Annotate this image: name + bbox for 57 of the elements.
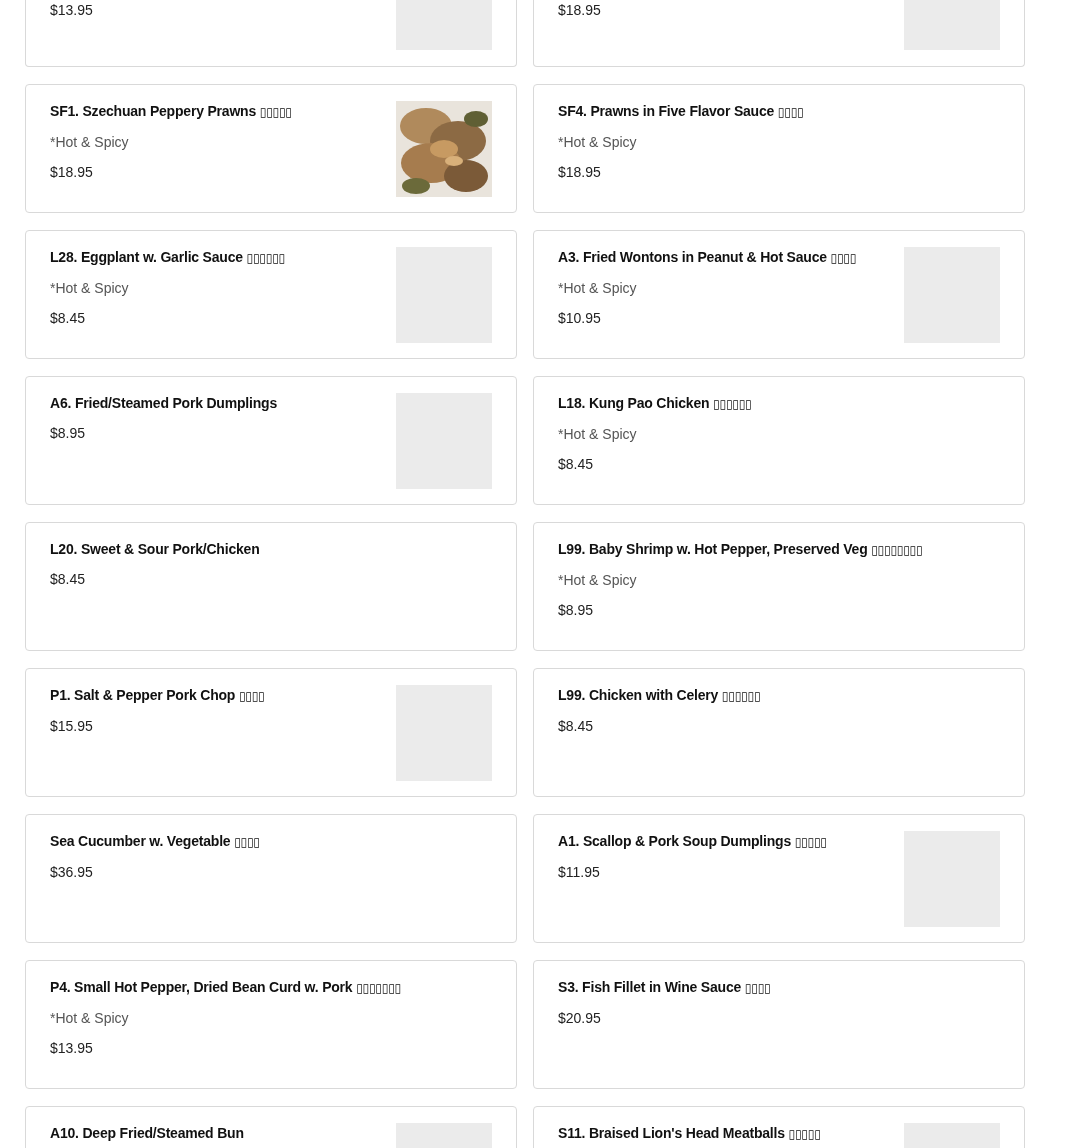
menu-item-card[interactable]: Sea Cucumber w. Vegetable ▯▯▯▯ $36.95 bbox=[25, 814, 517, 943]
menu-item-card[interactable]: P4. Small Hot Pepper, Dried Bean Curd w. Pork ▯▯▯▯▯▯▯ *Hot & Spicy $13.95 bbox=[25, 960, 517, 1089]
dish-name: L20. Sweet & Sour Pork/Chicken bbox=[50, 540, 260, 559]
dish-name: P4. Small Hot Pepper, Dried Bean Curd w. Pork ▯▯▯▯▯▯▯ bbox=[50, 978, 401, 997]
dish-price: $8.95 bbox=[50, 424, 87, 443]
menu-item-card[interactable]: S11. Braised Lion's Head Meatballs ▯▯▯▯▯ bbox=[533, 1106, 1025, 1148]
spicy-note: *Hot & Spicy bbox=[50, 1009, 130, 1028]
dish-name: P1. Salt & Pepper Pork Chop ▯▯▯▯ bbox=[50, 686, 265, 705]
menu-item-card[interactable]: P1. Salt & Pepper Pork Chop ▯▯▯▯ $15.95 bbox=[25, 668, 517, 797]
dish-price: $15.95 bbox=[50, 717, 94, 736]
dish-price: $18.95 bbox=[558, 1, 601, 20]
dish-price: $18.95 bbox=[558, 163, 602, 182]
dish-name: A6. Fried/Steamed Pork Dumplings bbox=[50, 394, 277, 413]
menu-item-card[interactable]: A6. Fried/Steamed Pork Dumplings $8.95 bbox=[25, 376, 517, 505]
menu-item-card[interactable]: L18. Kung Pao Chicken ▯▯▯▯▯▯ *Hot & Spicy $8.45 bbox=[533, 376, 1025, 505]
menu-item-card[interactable]: A10. Deep Fried/Steamed Bun bbox=[25, 1106, 517, 1148]
dish-price: $8.45 bbox=[558, 455, 595, 474]
menu-item-card[interactable]: A3. Fried Wontons in Peanut & Hot Sauce ▯▯▯▯ *Hot & Spicy $10.95 bbox=[533, 230, 1025, 359]
menu-item-card[interactable]: SF4. Prawns in Five Flavor Sauce ▯▯▯▯ *Hot & Spicy $18.95 bbox=[533, 84, 1025, 213]
dish-price: $36.95 bbox=[50, 863, 94, 882]
dish-name: A1. Scallop & Pork Soup Dumplings ▯▯▯▯▯ bbox=[558, 832, 827, 851]
dish-name: SF1. Szechuan Peppery Prawns ▯▯▯▯▯ bbox=[50, 102, 292, 121]
dish-name: S3. Fish Fillet in Wine Sauce ▯▯▯▯ bbox=[558, 978, 771, 997]
menu-item-card[interactable]: A1. Scallop & Pork Soup Dumplings ▯▯▯▯▯ $11.95 bbox=[533, 814, 1025, 943]
menu-item-card[interactable]: $18.95 bbox=[533, 0, 1025, 67]
dish-price: $13.95 bbox=[50, 1039, 94, 1058]
spicy-note: *Hot & Spicy bbox=[50, 279, 130, 298]
menu-item-card[interactable]: L99. Chicken with Celery ▯▯▯▯▯▯ $8.45 bbox=[533, 668, 1025, 797]
dish-name: A10. Deep Fried/Steamed Bun bbox=[50, 1124, 244, 1143]
menu-item-card[interactable]: L20. Sweet & Sour Pork/Chicken $8.45 bbox=[25, 522, 517, 651]
dish-name: L99. Baby Shrimp w. Hot Pepper, Preserved Veg ▯▯▯▯▯▯▯▯ bbox=[558, 540, 923, 559]
dish-name: S11. Braised Lion's Head Meatballs ▯▯▯▯▯ bbox=[558, 1124, 821, 1143]
menu-item-card[interactable]: S3. Fish Fillet in Wine Sauce ▯▯▯▯ $20.95 bbox=[533, 960, 1025, 1089]
menu-item-card[interactable]: L28. Eggplant w. Garlic Sauce ▯▯▯▯▯▯ *Hot & Spicy $8.45 bbox=[25, 230, 517, 359]
spicy-note: *Hot & Spicy bbox=[558, 571, 638, 590]
menu-item-card[interactable]: $13.95 bbox=[25, 0, 517, 67]
dish-name: A3. Fried Wontons in Peanut & Hot Sauce ▯▯▯▯ bbox=[558, 248, 857, 267]
spicy-note: *Hot & Spicy bbox=[558, 279, 638, 298]
dish-price: $8.95 bbox=[558, 601, 595, 620]
dish-name: SF4. Prawns in Five Flavor Sauce ▯▯▯▯ bbox=[558, 102, 804, 121]
spicy-note: *Hot & Spicy bbox=[50, 133, 130, 152]
dish-price: $11.95 bbox=[558, 863, 601, 882]
spicy-note: *Hot & Spicy bbox=[558, 425, 638, 444]
menu-item-card[interactable]: SF1. Szechuan Peppery Prawns ▯▯▯▯▯ *Hot & Spicy $18.95 bbox=[25, 84, 517, 213]
dish-name: L99. Chicken with Celery ▯▯▯▯▯▯ bbox=[558, 686, 761, 705]
dish-price: $8.45 bbox=[558, 717, 595, 736]
dish-price: $18.95 bbox=[50, 163, 94, 182]
dish-price: $8.45 bbox=[50, 570, 87, 589]
dish-name: L28. Eggplant w. Garlic Sauce ▯▯▯▯▯▯ bbox=[50, 248, 285, 267]
dish-price: $13.95 bbox=[50, 1, 93, 20]
dish-price: $8.45 bbox=[50, 309, 87, 328]
dish-price: $10.95 bbox=[558, 309, 602, 328]
dish-name: Sea Cucumber w. Vegetable ▯▯▯▯ bbox=[50, 832, 260, 851]
spicy-note: *Hot & Spicy bbox=[558, 133, 638, 152]
dish-name: L18. Kung Pao Chicken ▯▯▯▯▯▯ bbox=[558, 394, 752, 413]
menu-item-card[interactable]: L99. Baby Shrimp w. Hot Pepper, Preserved Veg ▯▯▯▯▯▯▯▯ *Hot & Spicy $8.95 bbox=[533, 522, 1025, 651]
dish-price: $20.95 bbox=[558, 1009, 602, 1028]
